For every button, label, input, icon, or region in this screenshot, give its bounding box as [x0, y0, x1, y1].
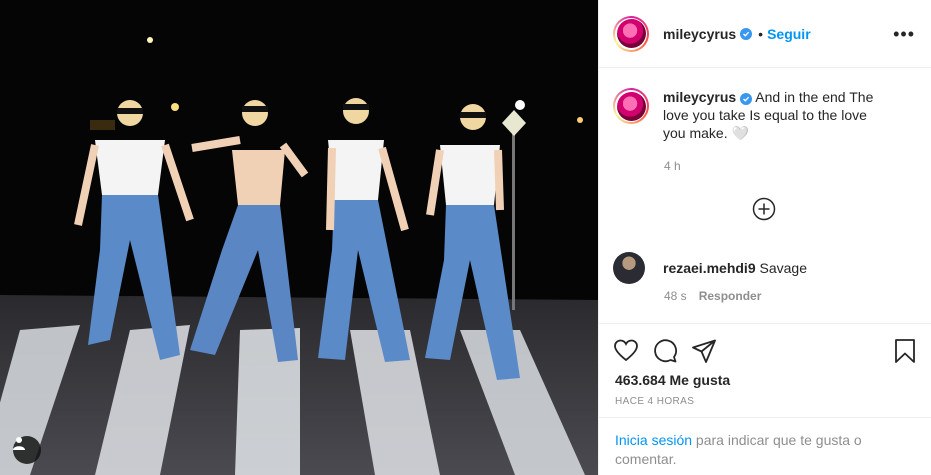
- comment-meta: 48 s Responder: [664, 289, 761, 303]
- author-username[interactable]: mileycyrus: [663, 26, 736, 42]
- bookmark-icon[interactable]: [892, 338, 918, 364]
- post-date[interactable]: HACE 4 HORAS: [615, 396, 694, 407]
- comments-area: mileycyrus And in the end The love you t…: [599, 68, 931, 324]
- comment-bubble-icon[interactable]: [652, 338, 678, 364]
- paper-plane-icon[interactable]: [691, 338, 717, 364]
- comment-timestamp[interactable]: 48 s: [664, 289, 687, 303]
- commenter-avatar[interactable]: [613, 252, 645, 284]
- author-avatar[interactable]: [613, 15, 649, 52]
- post-photo[interactable]: [0, 0, 598, 475]
- commenter-username[interactable]: rezaei.mehdi9: [663, 260, 756, 276]
- action-bar: [599, 335, 931, 369]
- instagram-post: mileycyrus • Seguir ••• mileycyrus And i…: [0, 0, 931, 475]
- user-tag-icon: [13, 437, 25, 450]
- post-sidebar: mileycyrus • Seguir ••• mileycyrus And i…: [598, 0, 931, 475]
- caption-username[interactable]: mileycyrus: [663, 89, 736, 105]
- login-prompt: Inicia sesión para indicar que te gusta …: [599, 417, 931, 469]
- plus-circle-icon[interactable]: [752, 197, 776, 221]
- post-header: mileycyrus • Seguir •••: [599, 0, 931, 68]
- user-tag-button[interactable]: [13, 436, 41, 464]
- heart-icon[interactable]: [613, 338, 639, 364]
- login-link[interactable]: Inicia sesión: [615, 432, 692, 448]
- more-options-icon[interactable]: •••: [893, 24, 915, 45]
- reply-button[interactable]: Responder: [699, 289, 762, 303]
- caption: mileycyrus And in the end The love you t…: [613, 88, 893, 142]
- separator-dot: •: [758, 25, 764, 42]
- comment-item: rezaei.mehdi9 Savage: [613, 252, 807, 284]
- comment-text: Savage: [759, 260, 807, 276]
- likes-count[interactable]: 463.684 Me gusta: [615, 372, 730, 388]
- follow-button[interactable]: Seguir: [767, 26, 811, 42]
- verified-badge-icon: [740, 93, 753, 105]
- photo-scene: [0, 0, 598, 475]
- caption-timestamp[interactable]: 4 h: [664, 159, 681, 173]
- verified-badge-icon: [740, 27, 753, 40]
- caption-avatar[interactable]: [613, 88, 649, 124]
